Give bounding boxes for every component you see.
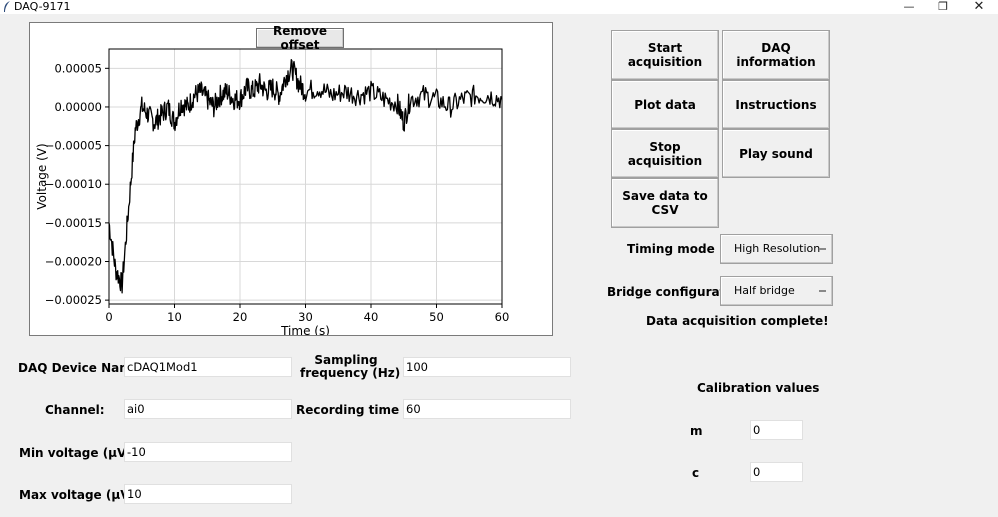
save-csv-button[interactable]: Save data to CSV bbox=[611, 178, 719, 228]
minimize-button[interactable]: — bbox=[894, 0, 924, 14]
channel-label: Channel: bbox=[45, 403, 105, 417]
sampling-frequency-label: Sampling frequency (Hz) bbox=[300, 354, 401, 380]
bridge-configuration-dropdown[interactable]: Half bridge bbox=[720, 276, 833, 306]
max-voltage-input[interactable]: 10 bbox=[124, 484, 292, 504]
max-voltage-label: Max voltage (μV): bbox=[19, 488, 140, 502]
x-tick-label: 40 bbox=[364, 310, 379, 324]
plot-data-button[interactable]: Plot data bbox=[611, 80, 719, 129]
timing-mode-dropdown[interactable]: High Resolution bbox=[720, 234, 833, 264]
calibration-m-label: m bbox=[690, 424, 703, 438]
y-tick-label: −0.00010 bbox=[45, 177, 102, 191]
remove-offset-button[interactable]: Remove offset bbox=[256, 24, 344, 52]
x-tick-label: 60 bbox=[495, 310, 510, 324]
daq-information-button[interactable]: DAQ information bbox=[722, 30, 830, 80]
dropdown-indicator-icon bbox=[819, 248, 826, 250]
sampling-frequency-input[interactable]: 100 bbox=[403, 357, 571, 377]
device-name-input[interactable]: cDAQ1Mod1 bbox=[124, 357, 292, 377]
title-bar: DAQ-9171 — ❐ ✕ bbox=[0, 0, 998, 14]
plot-canvas: 0 10 20 30 40 50 60 0.00005 0.00000 −0.00005 −0.00… bbox=[29, 22, 553, 336]
play-sound-button[interactable]: Play sound bbox=[722, 129, 830, 178]
start-acquisition-button[interactable]: Start acquisition bbox=[611, 30, 719, 80]
instructions-button[interactable]: Instructions bbox=[722, 80, 830, 129]
restore-button[interactable]: ❐ bbox=[928, 0, 958, 14]
calibration-title: Calibration values bbox=[697, 381, 820, 395]
voltage-time-chart: 0 10 20 30 40 50 60 0.00005 0.00000 −0.00005 −0.00… bbox=[35, 48, 510, 335]
y-tick-label: 0.00005 bbox=[54, 61, 102, 75]
x-tick-label: 20 bbox=[233, 310, 248, 324]
recording-time-input[interactable]: 60 bbox=[403, 399, 571, 419]
status-message: Data acquisition complete! bbox=[646, 314, 829, 328]
sampling-frequency-label-line2: frequency (Hz) bbox=[300, 366, 401, 380]
x-tick-label: 30 bbox=[298, 310, 313, 324]
close-button[interactable]: ✕ bbox=[964, 0, 994, 14]
x-tick-label: 50 bbox=[429, 310, 444, 324]
channel-input[interactable]: ai0 bbox=[124, 399, 292, 419]
y-tick-label: −0.00020 bbox=[45, 255, 102, 269]
timing-mode-label: Timing mode bbox=[627, 242, 715, 256]
timing-mode-value: High Resolution bbox=[734, 242, 821, 255]
stop-acquisition-button[interactable]: Stop acquisition bbox=[611, 129, 719, 178]
y-axis-label: Voltage (V) bbox=[35, 143, 49, 209]
calibration-m-input[interactable]: 0 bbox=[750, 420, 803, 440]
dropdown-indicator-icon bbox=[819, 290, 826, 292]
min-voltage-input[interactable]: -10 bbox=[124, 442, 292, 462]
y-tick-label: −0.00025 bbox=[45, 293, 102, 307]
x-axis-label: Time (s) bbox=[280, 324, 330, 335]
app-feather-icon bbox=[4, 1, 10, 12]
min-voltage-label: Min voltage (μV): bbox=[19, 446, 137, 460]
x-tick-label: 10 bbox=[167, 310, 182, 324]
x-tick-label: 0 bbox=[105, 310, 112, 324]
y-tick-label: −0.00005 bbox=[45, 139, 102, 153]
bridge-configuration-value: Half bridge bbox=[734, 284, 795, 297]
y-tick-label: 0.00000 bbox=[54, 100, 102, 114]
window-title: DAQ-9171 bbox=[14, 0, 71, 13]
y-tick-label: −0.00015 bbox=[45, 216, 102, 230]
calibration-c-input[interactable]: 0 bbox=[750, 462, 803, 482]
calibration-c-label: c bbox=[692, 466, 700, 480]
